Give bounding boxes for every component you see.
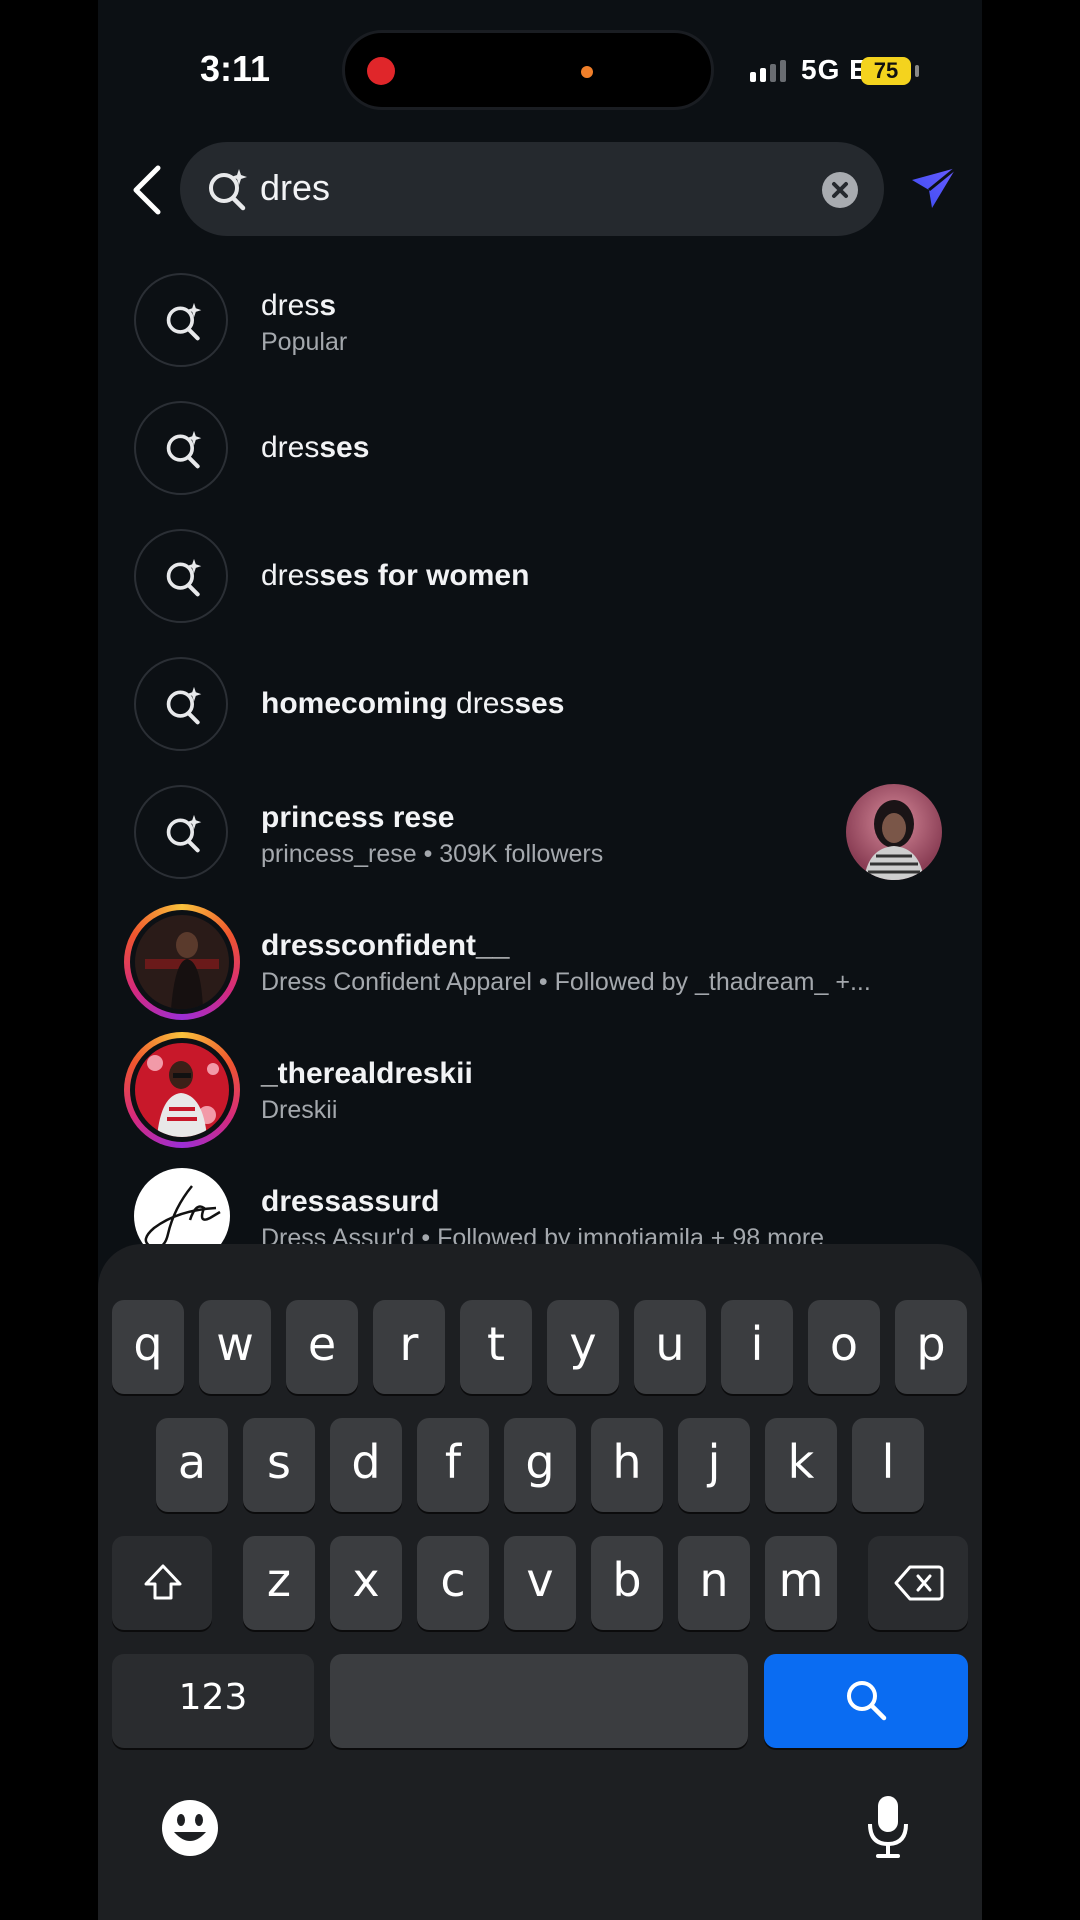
key-g[interactable]: g — [504, 1418, 576, 1512]
key-o[interactable]: o — [808, 1300, 880, 1394]
key-z[interactable]: z — [243, 1536, 315, 1630]
key-m[interactable]: m — [765, 1536, 837, 1630]
chevron-left-icon — [133, 165, 161, 215]
key-d[interactable]: d — [330, 1418, 402, 1512]
avatar — [134, 1168, 230, 1244]
backspace-key[interactable] — [868, 1536, 968, 1630]
key-c[interactable]: c — [417, 1536, 489, 1630]
key-h[interactable]: h — [591, 1418, 663, 1512]
key-k[interactable]: k — [765, 1418, 837, 1512]
story-ring — [124, 904, 240, 1020]
status-time: 3:11 — [200, 48, 271, 89]
recording-indicator-icon — [367, 57, 395, 85]
dynamic-island — [342, 30, 714, 110]
avatar — [846, 784, 942, 880]
emoji-button[interactable] — [160, 1798, 220, 1858]
key-q[interactable]: q — [112, 1300, 184, 1394]
result-subtitle: Dress Assur'd • Followed by imnotjamila … — [261, 1224, 825, 1244]
avatar — [135, 1043, 229, 1137]
result-title: dress — [261, 289, 337, 322]
key-u[interactable]: u — [634, 1300, 706, 1394]
search-key[interactable] — [764, 1654, 968, 1748]
ai-search-icon — [134, 657, 228, 751]
result-row[interactable]: dressassurd Dress Assur'd • Followed by … — [98, 1152, 982, 1244]
result-title: homecoming dresses — [261, 687, 565, 720]
key-x[interactable]: x — [330, 1536, 402, 1630]
search-input[interactable]: dres — [260, 166, 330, 210]
result-title: dressconfident__ — [261, 929, 510, 962]
result-title: _therealdreskii — [261, 1057, 473, 1090]
ai-search-icon — [134, 529, 228, 623]
shift-key[interactable] — [112, 1536, 212, 1630]
key-r[interactable]: r — [373, 1300, 445, 1394]
avatar — [135, 915, 229, 1009]
back-button[interactable] — [128, 164, 168, 216]
dictation-button[interactable] — [866, 1794, 910, 1860]
keyboard: q w e r t y u i o p a s d f g h j k l z … — [98, 1244, 982, 1920]
ai-search-icon — [134, 401, 228, 495]
key-b[interactable]: b — [591, 1536, 663, 1630]
ai-search-icon — [134, 785, 228, 879]
result-row[interactable]: _therealdreskii Dreskii — [98, 1024, 982, 1152]
screen: 3:11 5G E 75 dres dress Popular dresses … — [98, 0, 982, 1920]
result-title: dresses for women — [261, 559, 530, 592]
clear-search-button[interactable] — [822, 172, 858, 208]
result-row[interactable]: dressconfident__ Dress Confident Apparel… — [98, 896, 982, 1024]
key-p[interactable]: p — [895, 1300, 967, 1394]
send-button[interactable] — [910, 166, 958, 210]
key-v[interactable]: v — [504, 1536, 576, 1630]
story-ring — [124, 1032, 240, 1148]
result-row[interactable]: princess rese princess_rese • 309K follo… — [98, 768, 982, 896]
result-row[interactable]: dresses — [98, 384, 982, 512]
key-f[interactable]: f — [417, 1418, 489, 1512]
space-key[interactable] — [330, 1654, 748, 1748]
result-subtitle: Dress Confident Apparel • Followed by _t… — [261, 968, 871, 996]
key-s[interactable]: s — [243, 1418, 315, 1512]
signal-icon — [750, 60, 786, 82]
ai-search-icon — [134, 273, 228, 367]
key-n[interactable]: n — [678, 1536, 750, 1630]
key-j[interactable]: j — [678, 1418, 750, 1512]
search-results: dress Popular dresses dresses for women … — [98, 256, 982, 1244]
key-l[interactable]: l — [852, 1418, 924, 1512]
key-e[interactable]: e — [286, 1300, 358, 1394]
result-row[interactable]: dress Popular — [98, 256, 982, 384]
numbers-key[interactable]: 123 — [112, 1654, 314, 1748]
key-i[interactable]: i — [721, 1300, 793, 1394]
result-subtitle: Popular — [261, 328, 348, 356]
search-icon — [847, 1681, 887, 1721]
emoji-icon — [162, 1800, 218, 1856]
network-type: 5G E — [801, 54, 869, 85]
battery-icon: 75 — [861, 57, 911, 85]
result-row[interactable]: homecoming dresses — [98, 640, 982, 768]
key-a[interactable]: a — [156, 1418, 228, 1512]
microphone-icon — [868, 1796, 908, 1858]
result-title: princess rese — [261, 801, 455, 834]
key-t[interactable]: t — [460, 1300, 532, 1394]
key-w[interactable]: w — [199, 1300, 271, 1394]
result-title: dresses — [261, 431, 370, 464]
close-icon — [832, 182, 848, 198]
battery-tip — [915, 65, 919, 77]
paper-plane-icon — [912, 166, 957, 208]
result-subtitle: princess_rese • 309K followers — [261, 840, 604, 868]
result-subtitle: Dreskii — [261, 1096, 338, 1124]
search-bar[interactable]: dres — [180, 142, 884, 236]
backspace-icon — [894, 1565, 944, 1601]
result-title: dressassurd — [261, 1185, 440, 1218]
key-y[interactable]: y — [547, 1300, 619, 1394]
shift-icon — [144, 1564, 182, 1600]
ai-search-icon — [206, 167, 250, 211]
camera-indicator-icon — [581, 66, 593, 78]
result-row[interactable]: dresses for women — [98, 512, 982, 640]
